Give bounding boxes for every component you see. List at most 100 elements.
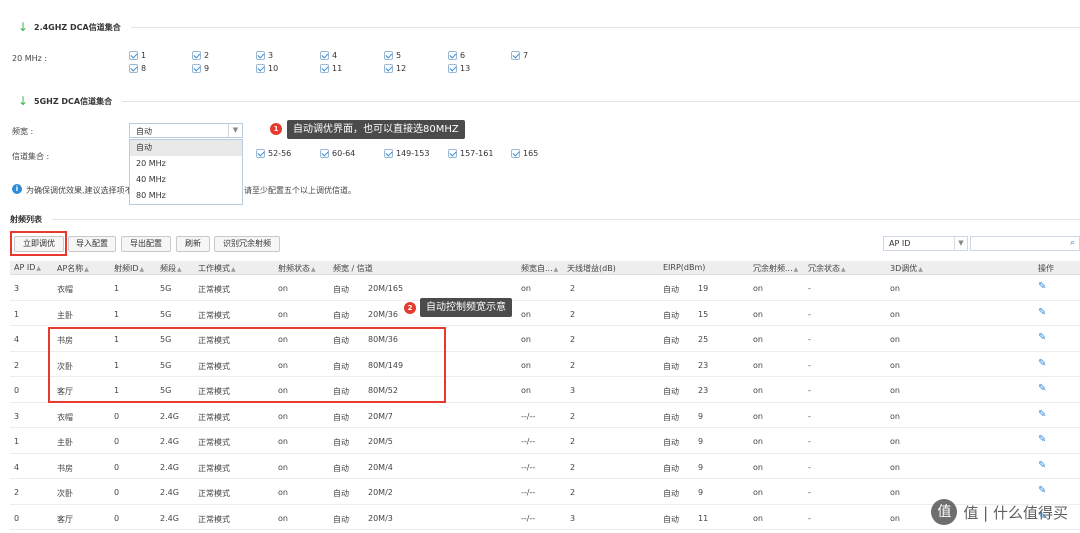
channel-group-checkbox[interactable]: 165 bbox=[511, 149, 538, 158]
column-header[interactable]: 操作 bbox=[1038, 263, 1054, 274]
channel-checkbox[interactable]: 13 bbox=[448, 64, 470, 73]
table-cell: 3 bbox=[570, 386, 576, 395]
section-title: 5GHZ DCA信道集合 bbox=[34, 96, 113, 106]
channel-group-checkbox[interactable]: 157-161 bbox=[448, 149, 493, 158]
sort-icon[interactable]: ▲ bbox=[918, 266, 923, 273]
bandwidth-select[interactable]: 自动 ▼ bbox=[129, 123, 243, 138]
identify-redundant-button[interactable]: 识别冗余射频 bbox=[214, 236, 280, 252]
sort-icon[interactable]: ▲ bbox=[36, 265, 41, 272]
sort-icon[interactable]: ▲ bbox=[84, 266, 89, 273]
channel-checkbox[interactable]: 1 bbox=[129, 51, 146, 60]
pencil-icon[interactable]: ✎ bbox=[1038, 460, 1046, 471]
checkbox-box[interactable] bbox=[129, 51, 138, 60]
channel-label: 10 bbox=[268, 64, 279, 73]
checkbox-box[interactable] bbox=[511, 51, 520, 60]
channel-checkbox[interactable]: 2 bbox=[192, 51, 209, 60]
sort-icon[interactable]: ▲ bbox=[231, 266, 236, 273]
sort-icon[interactable]: ▲ bbox=[311, 266, 316, 273]
checkbox-box[interactable] bbox=[384, 149, 393, 158]
checkbox-box[interactable] bbox=[448, 64, 457, 73]
channel-checkbox[interactable]: 8 bbox=[129, 64, 146, 73]
import-config-button[interactable]: 导入配置 bbox=[68, 236, 116, 252]
sort-icon[interactable]: ▲ bbox=[794, 266, 799, 273]
bandwidth-option[interactable]: 80 MHz bbox=[130, 188, 242, 204]
checkbox-box[interactable] bbox=[320, 64, 329, 73]
table-cell: 0 bbox=[114, 462, 120, 472]
channel-group-checkbox[interactable]: 52-56 bbox=[256, 149, 291, 158]
channel-checkbox[interactable]: 4 bbox=[320, 51, 337, 60]
sort-icon[interactable]: ▲ bbox=[554, 266, 559, 273]
pencil-icon[interactable]: ✎ bbox=[1038, 358, 1046, 369]
channel-group-checkbox[interactable]: 60-64 bbox=[320, 149, 355, 158]
column-header[interactable]: 天线增益(dB) bbox=[567, 263, 616, 274]
channel-group-checkbox[interactable]: 149-153 bbox=[384, 149, 429, 158]
column-header[interactable]: 冗余状态▲ bbox=[808, 263, 846, 274]
column-header-label: 频段 bbox=[160, 264, 176, 273]
column-header[interactable]: 工作模式▲ bbox=[198, 263, 236, 274]
checkbox-box[interactable] bbox=[256, 64, 265, 73]
column-header[interactable]: 频段▲ bbox=[160, 263, 182, 274]
search-field-select[interactable]: AP ID ▼ bbox=[883, 236, 968, 251]
pencil-icon[interactable]: ✎ bbox=[1038, 485, 1046, 496]
column-header[interactable]: 冗余射频...▲ bbox=[753, 263, 798, 274]
column-header[interactable]: AP名称▲ bbox=[57, 263, 89, 274]
search-input[interactable]: ⌕ bbox=[970, 236, 1080, 251]
column-header-label: 频宽 / 信道 bbox=[333, 264, 373, 273]
sort-icon[interactable]: ▲ bbox=[140, 266, 145, 273]
column-header[interactable]: 3D调优▲ bbox=[890, 263, 923, 274]
checkbox-box[interactable] bbox=[320, 51, 329, 60]
sort-icon[interactable]: ▲ bbox=[841, 266, 846, 273]
refresh-button[interactable]: 刷新 bbox=[176, 236, 210, 252]
checkbox-box[interactable] bbox=[256, 149, 265, 158]
channel-label: 5 bbox=[396, 51, 402, 60]
callout-number-badge: 2 bbox=[404, 302, 416, 314]
table-cell: 正常模式 bbox=[198, 310, 230, 320]
search-icon[interactable]: ⌕ bbox=[1070, 238, 1075, 248]
pencil-icon[interactable]: ✎ bbox=[1038, 281, 1046, 292]
bandwidth-option[interactable]: 自动 bbox=[130, 140, 242, 156]
table-cell: on bbox=[753, 360, 763, 370]
pencil-icon[interactable]: ✎ bbox=[1038, 332, 1046, 343]
checkbox-box[interactable] bbox=[384, 64, 393, 73]
bandwidth-option[interactable]: 20 MHz bbox=[130, 156, 242, 172]
channel-checkbox[interactable]: 7 bbox=[511, 51, 528, 60]
channel-checkbox[interactable]: 6 bbox=[448, 51, 465, 60]
channel-checkbox[interactable]: 5 bbox=[384, 51, 401, 60]
pencil-icon[interactable]: ✎ bbox=[1038, 307, 1046, 318]
export-config-button[interactable]: 导出配置 bbox=[121, 236, 171, 252]
chevron-down-icon[interactable]: ▼ bbox=[954, 237, 967, 250]
column-header[interactable]: 射频ID▲ bbox=[114, 263, 144, 274]
checkbox-box[interactable] bbox=[448, 51, 457, 60]
pencil-icon[interactable]: ✎ bbox=[1038, 434, 1046, 445]
table-cell: - bbox=[808, 335, 811, 344]
pencil-icon[interactable]: ✎ bbox=[1038, 409, 1046, 420]
column-header[interactable]: 频宽自...▲ bbox=[521, 263, 558, 274]
channel-label: 2 bbox=[204, 51, 210, 60]
channel-checkbox[interactable]: 11 bbox=[320, 64, 342, 73]
checkbox-box[interactable] bbox=[192, 64, 201, 73]
table-cell: 0 bbox=[114, 488, 120, 497]
checkbox-box[interactable] bbox=[129, 64, 138, 73]
bandwidth-option[interactable]: 40 MHz bbox=[130, 172, 242, 188]
column-header[interactable]: 频宽 / 信道 bbox=[333, 263, 373, 274]
checkbox-box[interactable] bbox=[320, 149, 329, 158]
checkbox-box[interactable] bbox=[511, 149, 520, 158]
channel-checkbox[interactable]: 12 bbox=[384, 64, 406, 73]
column-header[interactable]: EIRP(dBm) bbox=[663, 263, 705, 272]
table-cell: 自动 bbox=[663, 336, 679, 345]
channel-checkbox[interactable]: 3 bbox=[256, 51, 273, 60]
column-header[interactable]: 射频状态▲ bbox=[278, 263, 316, 274]
checkbox-box[interactable] bbox=[384, 51, 393, 60]
chevron-down-icon[interactable]: ▼ bbox=[228, 124, 242, 137]
channel-checkbox[interactable]: 10 bbox=[256, 64, 278, 73]
sort-icon[interactable]: ▲ bbox=[177, 266, 182, 273]
table-cell: 25 bbox=[698, 335, 709, 344]
table-cell: on bbox=[521, 284, 531, 293]
pencil-icon[interactable]: ✎ bbox=[1038, 383, 1046, 394]
channel-checkbox[interactable]: 9 bbox=[192, 64, 209, 73]
checkbox-box[interactable] bbox=[256, 51, 265, 60]
bw20-label: 20 MHz : bbox=[12, 54, 48, 63]
checkbox-box[interactable] bbox=[448, 149, 457, 158]
checkbox-box[interactable] bbox=[192, 51, 201, 60]
column-header[interactable]: AP ID▲ bbox=[14, 263, 41, 272]
